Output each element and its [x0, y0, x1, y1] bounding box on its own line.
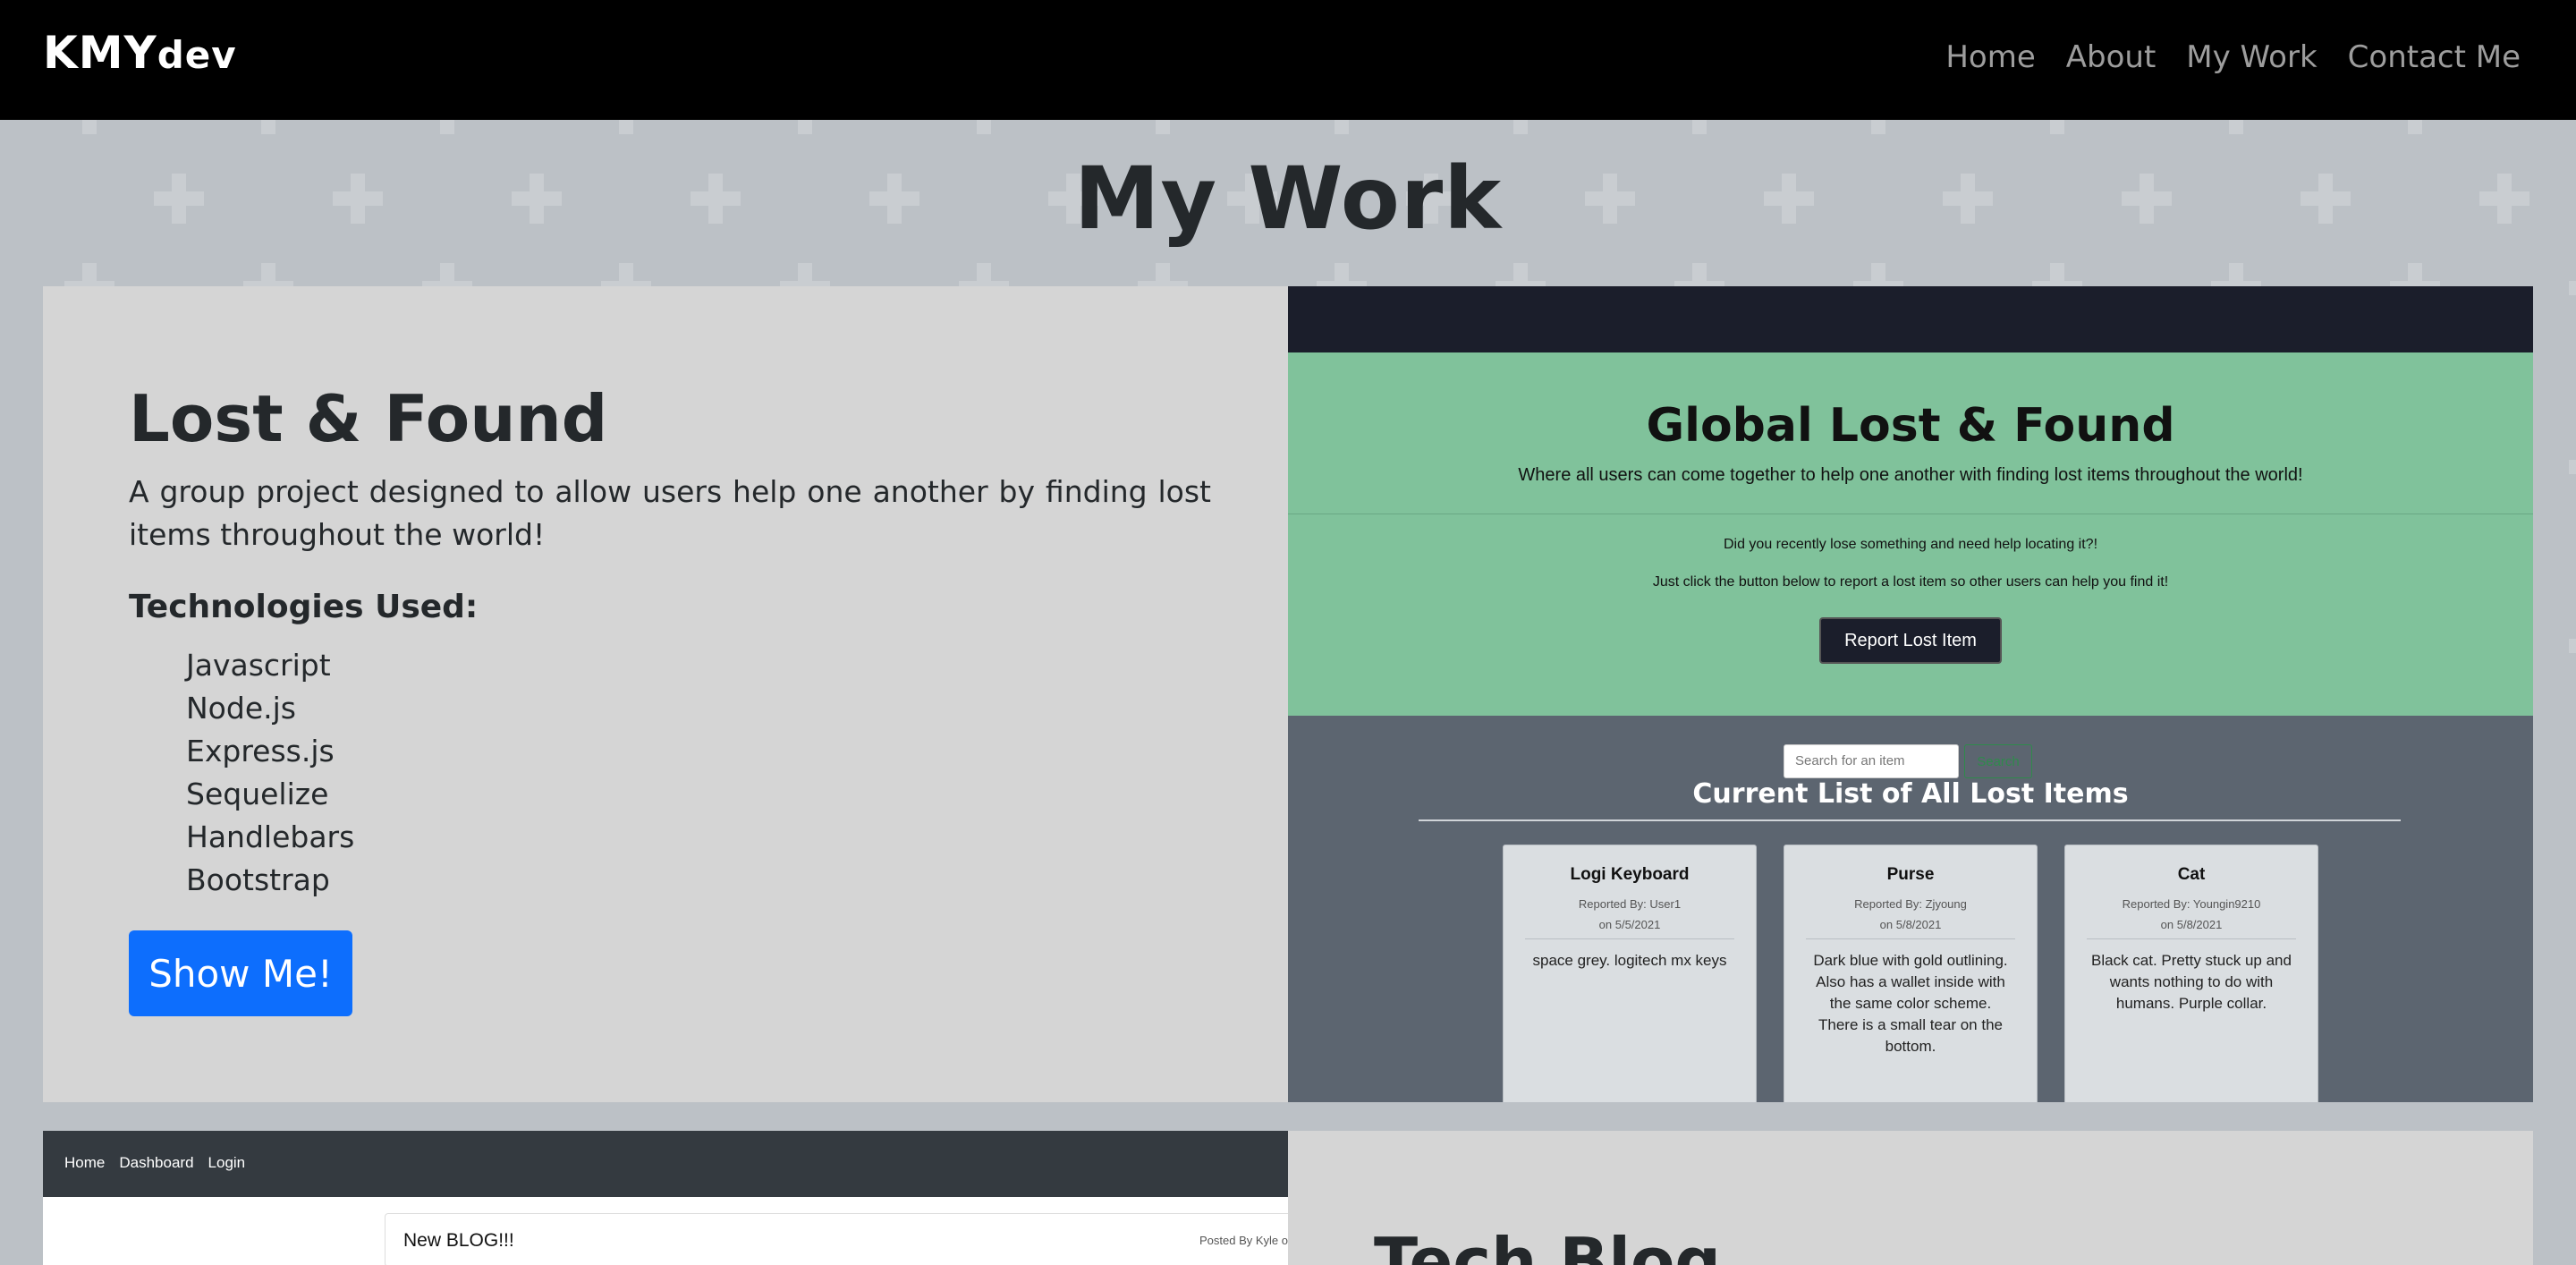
plus-pattern-shape	[243, 120, 293, 134]
nav-links: Home About My Work Contact Me	[1945, 39, 2521, 75]
item-reporter: Reported By: User1	[1578, 897, 1682, 911]
blog-nav-login: Login	[208, 1154, 246, 1171]
project-info-card: Lost & Found A group project designed to…	[43, 286, 1288, 1102]
tech-item: Express.js	[186, 734, 335, 768]
blog-post-title: New BLOG!!!	[403, 1230, 514, 1251]
plus-pattern-shape	[1853, 120, 1903, 134]
plus-pattern-shape	[2032, 120, 2082, 134]
item-reporter: Reported By: Zjyoung	[1854, 897, 1967, 911]
item-name: Purse	[1886, 865, 1935, 884]
project-title: Lost & Found	[129, 381, 608, 456]
item-divider	[1806, 938, 2015, 939]
nav-about[interactable]: About	[2066, 39, 2157, 75]
plus-pattern-shape	[2569, 442, 2576, 492]
blog-preview-nav-links: Home Dashboard Login	[64, 1154, 245, 1172]
blog-preview-image: Home Dashboard Login New BLOG!!! Posted …	[43, 1131, 1288, 1265]
report-lost-item-button: Report Lost Item	[1819, 617, 2002, 664]
preview-search-button: Search	[1964, 744, 2032, 778]
tech-item: Bootstrap	[186, 862, 330, 897]
navbar: KMYdev Home About My Work Contact Me	[0, 0, 2576, 120]
item-description: space grey. logitech mx keys	[1532, 952, 1727, 969]
lost-item-card: Logi Keyboard Reported By: User1 on 5/5/…	[1503, 845, 1757, 1102]
item-description: Dark blue with gold outlining. Also has …	[1813, 952, 2008, 1055]
tech-item: Node.js	[186, 691, 296, 726]
plus-pattern-shape	[1674, 120, 1724, 134]
preview-question: Did you recently lose something and need…	[1723, 537, 2098, 552]
item-divider	[1525, 938, 1734, 939]
preview-hero-subtitle: Where all users can come together to hel…	[1518, 465, 2303, 485]
lost-item-card: Cat Reported By: Youngin9210 on 5/8/2021…	[2064, 845, 2318, 1102]
blog-preview-navbar: Home Dashboard Login	[43, 1131, 1288, 1197]
preview-list-divider	[1419, 819, 2401, 821]
preview-hero: Global Lost & Found Where all users can …	[1288, 352, 2533, 716]
plus-pattern-shape	[780, 120, 830, 134]
blog-nav-home: Home	[64, 1154, 106, 1171]
plus-pattern-shape	[2569, 120, 2576, 134]
item-description: Black cat. Pretty stuck up and wants not…	[2091, 952, 2292, 1012]
brand-suffix: dev	[157, 33, 237, 77]
nav-home[interactable]: Home	[1945, 39, 2035, 75]
technologies-list: Javascript Node.js Express.js Sequelize …	[186, 644, 354, 902]
project-preview-image: Global Lost & Found Where all users can …	[1288, 286, 2533, 1102]
plus-pattern-shape	[422, 120, 472, 134]
preview-instruction: Just click the button below to report a …	[1652, 574, 2169, 590]
item-divider	[2087, 938, 2296, 939]
blog-post-meta: Posted By Kyle o	[1199, 1234, 1288, 1247]
preview-hero-title: Global Lost & Found	[1646, 399, 2175, 453]
preview-list-title: Current List of All Lost Items	[1692, 778, 2129, 810]
plus-pattern-shape	[64, 120, 114, 134]
item-date: on 5/8/2021	[2160, 918, 2223, 931]
project-title: Tech Blog	[1374, 1224, 1721, 1265]
brand-logo[interactable]: KMYdev	[43, 27, 237, 79]
brand-main: KMY	[43, 27, 157, 79]
tech-item: Handlebars	[186, 819, 355, 854]
tech-item: Javascript	[186, 648, 331, 683]
plus-pattern-shape	[1496, 120, 1546, 134]
page-title: My Work	[1073, 149, 1503, 249]
lost-item-card: Purse Reported By: Zjyoung on 5/8/2021 D…	[1784, 845, 2038, 1102]
blog-nav-dashboard: Dashboard	[119, 1154, 194, 1171]
item-name: Logi Keyboard	[1570, 865, 1690, 884]
preview-search-input: Search for an item	[1784, 744, 1959, 778]
plus-pattern-shape	[959, 120, 1009, 134]
plus-pattern-shape	[1138, 120, 1188, 134]
nav-contact[interactable]: Contact Me	[2348, 39, 2521, 75]
item-reporter: Reported By: Youngin9210	[2122, 897, 2261, 911]
item-date: on 5/8/2021	[1879, 918, 1942, 931]
item-name: Cat	[2177, 865, 2206, 884]
tech-item: Sequelize	[186, 777, 329, 811]
item-date: on 5/5/2021	[1598, 918, 1661, 931]
plus-pattern-shape	[601, 120, 651, 134]
project-info-card-2: Tech Blog	[1288, 1131, 2533, 1265]
plus-pattern-shape	[2569, 621, 2576, 671]
plus-pattern-shape	[2569, 263, 2576, 313]
plus-pattern-shape	[1317, 120, 1367, 134]
preview-topbar	[1288, 286, 2533, 352]
show-me-button[interactable]: Show Me!	[129, 930, 352, 1016]
plus-pattern-shape	[2390, 120, 2440, 134]
blog-post-card: New BLOG!!! Posted By Kyle o	[385, 1213, 1288, 1265]
technologies-heading: Technologies Used:	[129, 589, 479, 625]
plus-pattern-shape	[2211, 120, 2261, 134]
nav-my-work[interactable]: My Work	[2186, 39, 2317, 75]
project-description: A group project designed to allow users …	[129, 474, 1211, 552]
